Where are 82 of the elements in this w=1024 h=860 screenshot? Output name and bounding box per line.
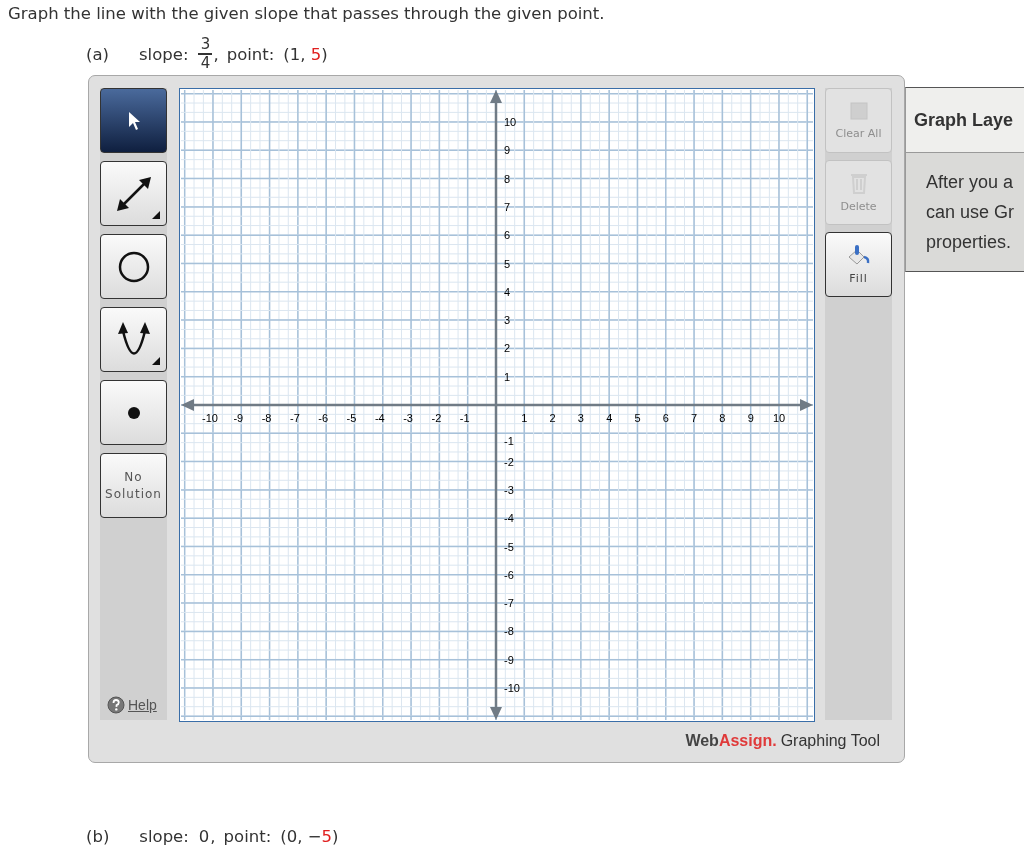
circle-tool-button[interactable] bbox=[100, 234, 167, 299]
y-tick-label: 10 bbox=[504, 116, 517, 128]
y-tick-label: 3 bbox=[504, 314, 511, 327]
part-label: (b) bbox=[86, 826, 110, 846]
slope-value: 0 bbox=[198, 826, 210, 846]
x-tick-label: -5 bbox=[346, 412, 357, 424]
coordinate-grid[interactable]: -10 -9 -8 -7 -6 -5 -4 -3 -2 -1 1 2 3 4 5 6 7 8 9 10 10 9 8 7 6 5 4 3 2 1 -1 -2 -3 -4 -5 -6 -7 -8 -9 -10 bbox=[180, 89, 814, 721]
x-tick-label: -4 bbox=[374, 412, 385, 424]
y-tick-label: -8 bbox=[504, 625, 514, 638]
corner-triangle-icon bbox=[152, 357, 160, 365]
help-icon bbox=[107, 696, 125, 714]
point-close: ) bbox=[331, 826, 339, 846]
pointer-tool-button[interactable] bbox=[100, 88, 167, 153]
webassign-logo: WebAssign. bbox=[685, 732, 777, 750]
x-tick-label: 4 bbox=[606, 412, 613, 424]
double-arrow-icon bbox=[114, 174, 153, 213]
y-tick-label: -6 bbox=[504, 568, 514, 581]
y-tick-label: -1 bbox=[504, 435, 514, 448]
y-tick-label: 6 bbox=[504, 229, 511, 242]
part-label: (a) bbox=[86, 44, 109, 64]
line-tool-button[interactable] bbox=[100, 161, 167, 226]
paint-bucket-icon bbox=[846, 244, 871, 266]
point-value: 5 bbox=[310, 44, 322, 64]
x-tick-label: 9 bbox=[747, 412, 754, 424]
x-tick-label: 3 bbox=[577, 412, 584, 424]
x-tick-label: 1 bbox=[521, 412, 528, 424]
y-tick-label: -4 bbox=[504, 512, 514, 525]
point-tool-button[interactable] bbox=[100, 380, 167, 445]
panel-title: Graph Laye bbox=[906, 88, 1024, 153]
x-tick-label: -1 bbox=[459, 412, 470, 424]
parabola-tool-button[interactable] bbox=[100, 307, 167, 372]
x-tick-label: -9 bbox=[233, 412, 244, 424]
comma: , bbox=[213, 44, 219, 64]
slope-label: slope: bbox=[139, 826, 189, 846]
square-icon bbox=[848, 101, 869, 121]
pointer-icon bbox=[126, 110, 141, 131]
x-tick-label: 6 bbox=[662, 412, 669, 424]
y-tick-label: -3 bbox=[504, 483, 514, 496]
x-tick-label: -2 bbox=[431, 412, 442, 424]
comma: , bbox=[210, 826, 216, 846]
y-tick-label: -5 bbox=[504, 540, 514, 553]
y-tick-label: 9 bbox=[504, 144, 511, 157]
help-link[interactable]: Help bbox=[128, 697, 157, 713]
x-tick-label: 7 bbox=[691, 412, 698, 424]
product-name: Graphing Tool bbox=[780, 732, 880, 750]
point-label: point: bbox=[223, 826, 272, 846]
point-open: (0, − bbox=[280, 826, 322, 846]
dot-icon bbox=[126, 405, 141, 420]
y-tick-label: 8 bbox=[504, 172, 511, 185]
x-tick-label: -10 bbox=[202, 412, 218, 424]
x-tick-label: 2 bbox=[549, 412, 556, 424]
x-tick-label: -7 bbox=[290, 412, 300, 424]
x-tick-label: -3 bbox=[403, 412, 413, 424]
x-tick-label: 8 bbox=[719, 412, 726, 424]
point-value: 5 bbox=[321, 826, 332, 846]
y-tick-label: 4 bbox=[504, 285, 511, 298]
y-tick-label: 5 bbox=[504, 257, 511, 270]
fraction-numerator: 3 bbox=[200, 37, 211, 53]
panel-text: properties. bbox=[926, 231, 1013, 254]
panel-text: After you a bbox=[926, 171, 1015, 194]
y-tick-label: -2 bbox=[504, 455, 514, 468]
point-open: (1, bbox=[283, 44, 307, 64]
x-tick-label: 5 bbox=[634, 412, 641, 424]
slope-label: slope: bbox=[139, 44, 189, 64]
y-tick-label: 1 bbox=[504, 370, 511, 383]
instruction-text: Graph the line with the given slope that passes through the given point. bbox=[7, 3, 606, 25]
point-close: ) bbox=[321, 44, 328, 64]
circle-icon bbox=[116, 249, 151, 284]
y-tick-label: -9 bbox=[504, 653, 514, 666]
corner-triangle-icon bbox=[152, 211, 160, 219]
x-tick-label: 10 bbox=[772, 412, 786, 424]
y-tick-label: -10 bbox=[504, 682, 520, 694]
point-label: point: bbox=[226, 44, 275, 64]
fraction-denominator: 4 bbox=[200, 55, 211, 71]
x-tick-label: -8 bbox=[261, 412, 272, 424]
y-tick-label: 7 bbox=[504, 200, 511, 213]
x-tick-label: -6 bbox=[318, 412, 329, 424]
y-tick-label: 2 bbox=[504, 342, 511, 355]
y-tick-label: -7 bbox=[504, 597, 514, 610]
no-solution-button[interactable]: No Solution bbox=[100, 453, 167, 518]
panel-text: can use Gr bbox=[926, 201, 1016, 224]
fill-button[interactable]: Fill bbox=[825, 232, 892, 297]
